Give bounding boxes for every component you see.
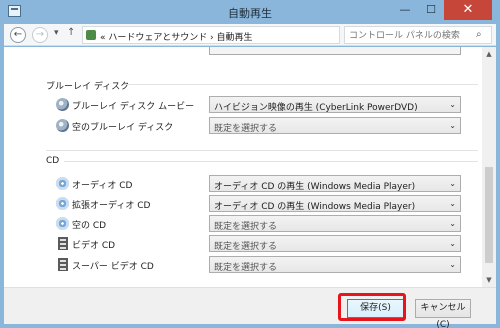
row-label: スーパー ビデオ CD <box>72 262 154 272</box>
cd-icon <box>56 177 69 190</box>
search-icon[interactable]: ⌕ <box>476 29 482 40</box>
scroll-up-icon[interactable]: ▲ <box>482 47 496 61</box>
forward-arrow-icon[interactable]: → <box>32 27 48 43</box>
row-label: ブルーレイ ディスク ムービー <box>72 102 195 112</box>
title-bar[interactable]: 自動再生 — ☐ ✕ <box>0 0 500 24</box>
dropdown-value: オーディオ CD の再生 (Windows Media Player) <box>214 182 416 192</box>
row-label: 拡張オーディオ CD <box>72 201 151 211</box>
cd-icon <box>56 197 69 210</box>
chevron-down-icon: ⌄ <box>449 219 456 228</box>
chevron-down-icon: ⌄ <box>449 199 456 208</box>
recent-locations-chevron-icon[interactable]: ▾ <box>54 28 59 38</box>
dropdown-value: 既定を選択する <box>214 124 278 134</box>
section-divider <box>46 150 478 151</box>
navigation-bar: ← → ▾ ↑ « ハードウェアとサウンド › 自動再生 ▾ ↻ ⌕ <box>4 24 496 46</box>
row-label: 空のブルーレイ ディスク <box>72 123 174 133</box>
bluray-disc-icon <box>56 98 69 111</box>
action-dropdown[interactable]: 既定を選択する ⌄ <box>209 215 461 232</box>
action-dropdown[interactable]: 既定を選択する ⌄ <box>209 235 461 252</box>
list-item: スーパー ビデオ CD 既定を選択する ⌄ <box>55 256 465 274</box>
dropdown-value: 既定を選択する <box>214 242 278 252</box>
breadcrumb[interactable]: « ハードウェアとサウンド › 自動再生 <box>100 30 253 43</box>
row-label: ビデオ CD <box>72 241 116 251</box>
dropdown-value: ハイビジョン映像の再生 (CyberLink PowerDVD) <box>214 103 418 113</box>
video-film-icon <box>58 237 68 250</box>
close-button[interactable]: ✕ <box>444 0 492 20</box>
action-dropdown[interactable]: 既定を選択する ⌄ <box>209 117 461 134</box>
vertical-scrollbar[interactable]: ▲ ▼ <box>482 47 496 287</box>
list-item: ブルーレイ ディスク ムービー ハイビジョン映像の再生 (CyberLink P… <box>55 96 465 114</box>
action-dropdown[interactable]: オーディオ CD の再生 (Windows Media Player) ⌄ <box>209 195 461 212</box>
section-divider <box>124 84 478 85</box>
chevron-down-icon: ⌄ <box>449 239 456 248</box>
list-item: 空のブルーレイ ディスク 既定を選択する ⌄ <box>55 117 465 135</box>
scroll-down-icon[interactable]: ▼ <box>482 273 496 287</box>
cancel-button[interactable]: キャンセル(C) <box>415 299 471 328</box>
list-item: オーディオ CD オーディオ CD の再生 (Windows Media Pla… <box>55 175 465 193</box>
partial-combo-box[interactable] <box>209 47 461 55</box>
search-input[interactable] <box>349 29 471 42</box>
section-heading-cd: CD <box>46 156 60 166</box>
chevron-down-icon: ⌄ <box>449 260 456 269</box>
up-arrow-icon[interactable]: ↑ <box>67 27 75 38</box>
list-item: 空の CD 既定を選択する ⌄ <box>55 215 465 233</box>
section-heading-bluray: ブルーレイ ディスク <box>46 82 130 92</box>
bluray-disc-icon <box>56 119 69 132</box>
row-label: オーディオ CD <box>72 181 133 191</box>
chevron-down-icon: ⌄ <box>449 100 456 109</box>
minimize-button[interactable]: — <box>392 0 418 20</box>
row-label: 空の CD <box>72 221 107 231</box>
button-bar: 保存(S) キャンセル(C) <box>4 287 496 328</box>
maximize-button[interactable]: ☐ <box>418 0 444 20</box>
scrollbar-thumb[interactable] <box>485 167 493 263</box>
dropdown-value: 既定を選択する <box>214 222 278 232</box>
search-box[interactable]: ⌕ <box>344 26 492 44</box>
action-dropdown[interactable]: オーディオ CD の再生 (Windows Media Player) ⌄ <box>209 175 461 192</box>
chevron-down-icon: ⌄ <box>449 179 456 188</box>
control-panel-small-icon <box>86 30 96 40</box>
window-frame: 自動再生 — ☐ ✕ ← → ▾ ↑ « ハードウェアとサウンド › 自動再生 … <box>0 0 500 328</box>
section-divider <box>64 161 478 162</box>
back-arrow-icon[interactable]: ← <box>10 27 26 43</box>
list-item: 拡張オーディオ CD オーディオ CD の再生 (Windows Media P… <box>55 195 465 213</box>
dropdown-value: オーディオ CD の再生 (Windows Media Player) <box>214 202 416 212</box>
video-film-icon <box>58 258 68 271</box>
save-highlight-box <box>338 293 406 321</box>
cd-icon <box>56 217 69 230</box>
chevron-down-icon: ⌄ <box>449 121 456 130</box>
dropdown-value: 既定を選択する <box>214 263 278 273</box>
action-dropdown[interactable]: ハイビジョン映像の再生 (CyberLink PowerDVD) ⌄ <box>209 96 461 113</box>
address-bar[interactable]: « ハードウェアとサウンド › 自動再生 ▾ ↻ <box>82 26 409 44</box>
list-item: ビデオ CD 既定を選択する ⌄ <box>55 235 465 253</box>
action-dropdown[interactable]: 既定を選択する ⌄ <box>209 256 461 273</box>
autoplay-settings-panel: ブルーレイ ディスク ブルーレイ ディスク ムービー ハイビジョン映像の再生 (… <box>4 47 482 287</box>
